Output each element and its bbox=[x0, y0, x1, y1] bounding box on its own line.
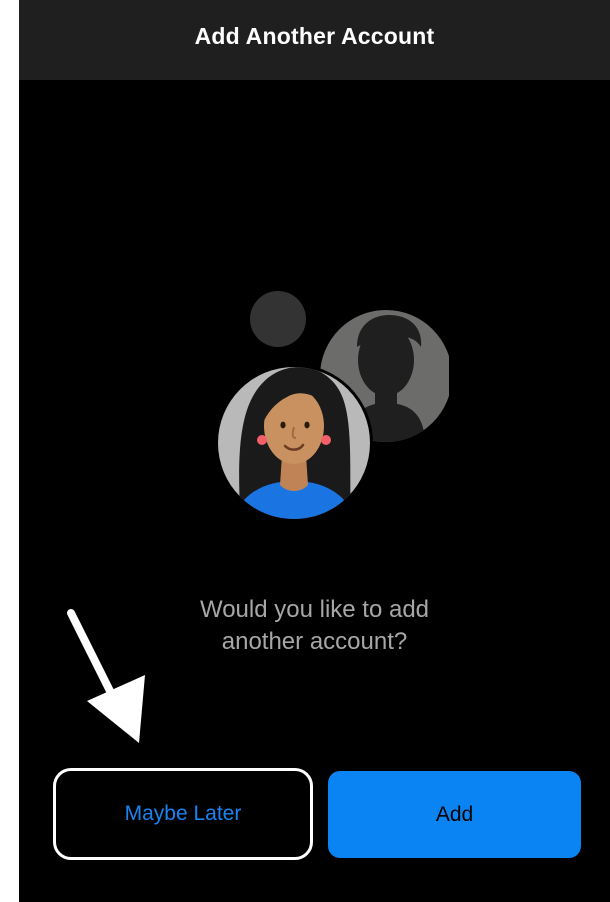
screen: Add Another Account Would you like to ad… bbox=[19, 0, 610, 902]
page-title: Add Another Account bbox=[194, 22, 435, 49]
woman-avatar-icon bbox=[215, 364, 373, 522]
add-button[interactable]: Add bbox=[328, 771, 581, 858]
small-dot-icon bbox=[250, 291, 306, 347]
nav-bar: Add Another Account bbox=[19, 0, 610, 80]
arrow-down-icon bbox=[67, 609, 145, 743]
accounts-illustration bbox=[215, 291, 449, 522]
maybe-later-button[interactable]: Maybe Later bbox=[53, 768, 313, 860]
